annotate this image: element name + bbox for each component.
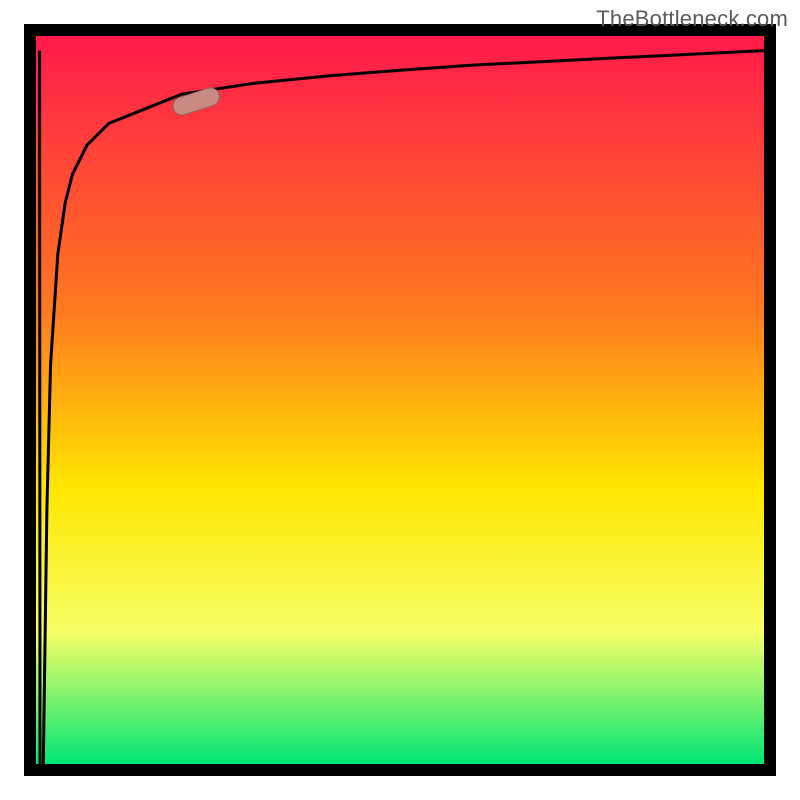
chart-stage: TheBottleneck.com: [0, 0, 800, 800]
chart-svg: [0, 0, 800, 800]
plot-background: [36, 36, 764, 764]
watermark-text: TheBottleneck.com: [596, 6, 788, 32]
